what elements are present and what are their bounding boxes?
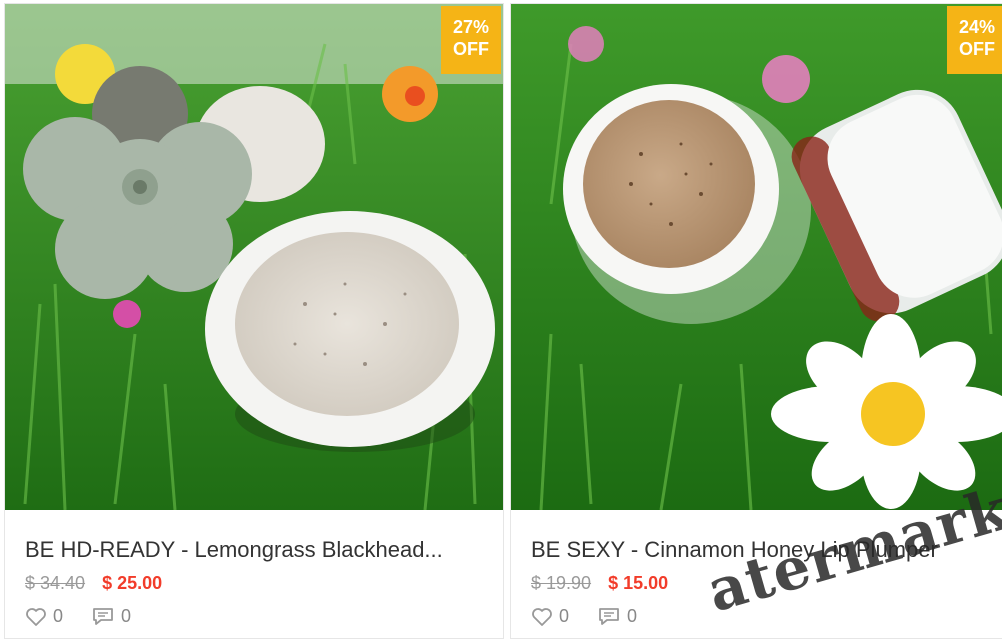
original-price: $ 19.90 [531, 573, 592, 593]
discount-badge: 24% OFF [947, 6, 1002, 74]
price-row: $ 34.40 $ 25.00 [25, 573, 162, 594]
product-info: BE HD-READY - Lemongrass Blackhead... $ … [5, 510, 503, 639]
comment-icon [599, 607, 619, 625]
like-button[interactable]: 0 [25, 606, 63, 627]
engagement-row: 0 0 [531, 606, 665, 627]
price-row: $ 19.90 $ 15.00 [531, 573, 668, 594]
product-title[interactable]: BE HD-READY - Lemongrass Blackhead... [25, 537, 495, 563]
discount-off-label: OFF [453, 39, 489, 59]
product-image[interactable]: 27% OFF [5, 4, 503, 510]
product-image[interactable]: 24% OFF [511, 4, 1002, 510]
comment-button[interactable]: 0 [91, 606, 131, 627]
discount-percent: 27% [452, 17, 490, 37]
sale-price: $ 15.00 [608, 573, 669, 593]
engagement-row: 0 0 [25, 606, 159, 627]
like-button[interactable]: 0 [531, 606, 569, 627]
product-grid: 27% OFF BE HD-READY - Lemongrass Blackhe… [0, 0, 1002, 639]
discount-off-label: OFF [959, 39, 995, 59]
comment-count: 0 [121, 606, 132, 626]
heart-icon [532, 607, 552, 626]
sale-price: $ 25.00 [102, 573, 163, 593]
product-card[interactable]: 27% OFF BE HD-READY - Lemongrass Blackhe… [4, 3, 504, 639]
product-info: BE SEXY - Cinnamon Honey Lip Plumper $ 1… [511, 510, 1002, 639]
like-count: 0 [559, 606, 570, 626]
discount-badge: 27% OFF [441, 6, 501, 74]
like-count: 0 [53, 606, 64, 626]
comment-button[interactable]: 0 [597, 606, 637, 627]
product-title[interactable]: BE SEXY - Cinnamon Honey Lip Plumper [531, 537, 1001, 563]
comment-count: 0 [627, 606, 638, 626]
discount-percent: 24% [958, 17, 996, 37]
comment-icon [93, 607, 113, 625]
product-card[interactable]: 24% OFF BE SEXY - Cinnamon Honey Lip Plu… [510, 3, 1002, 639]
heart-icon [26, 607, 46, 626]
original-price: $ 34.40 [25, 573, 86, 593]
